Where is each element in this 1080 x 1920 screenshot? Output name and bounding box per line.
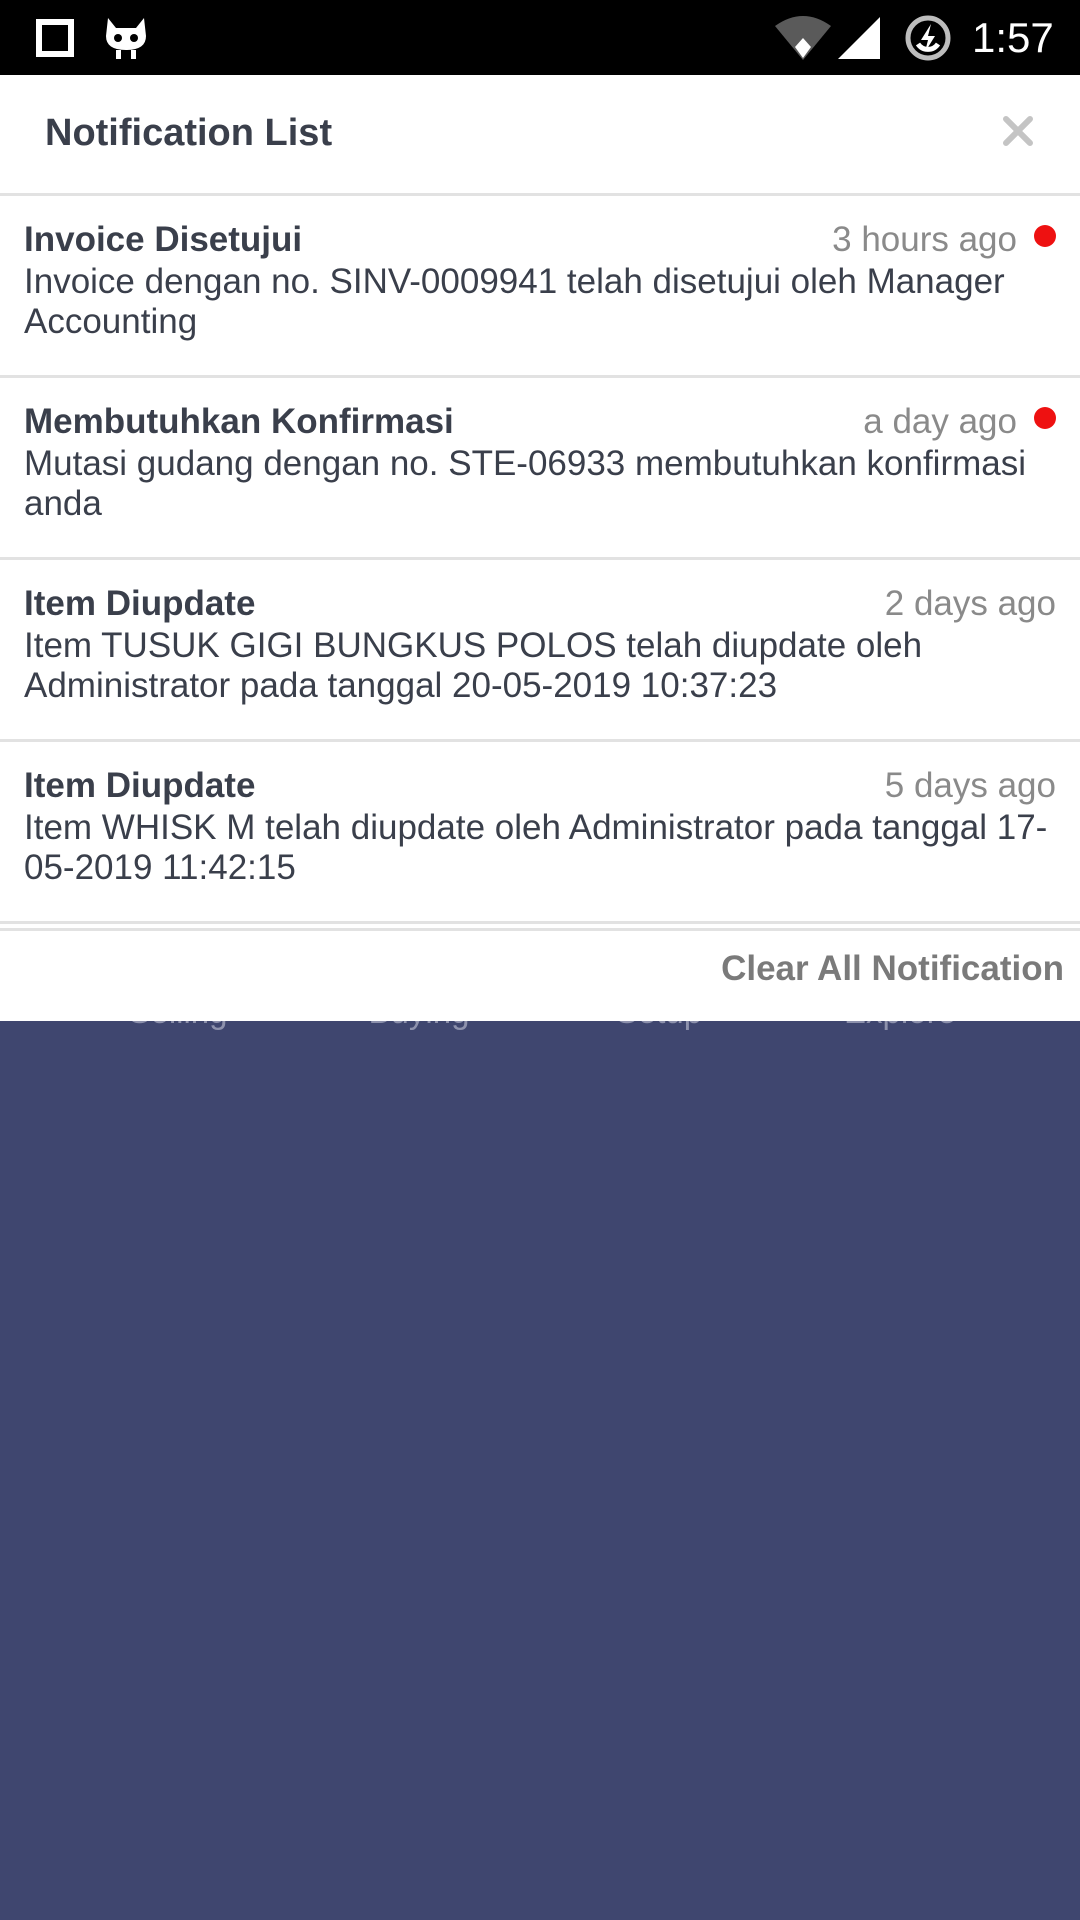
notification-panel: Notification List Invoice Disetujui 3 ho… [0, 75, 1080, 1021]
panel-header: Notification List [0, 75, 1080, 196]
page-title: Notification List [45, 112, 333, 154]
cyanogen-mascot-icon [106, 18, 146, 59]
unread-dot-icon [1034, 225, 1056, 247]
notification-time: 5 days ago [884, 766, 1056, 805]
status-bar: 1:57 [0, 0, 1080, 75]
notification-time: a day ago [863, 402, 1017, 441]
notification-list: Invoice Disetujui 3 hours ago Invoice de… [0, 196, 1080, 924]
clear-all-button[interactable]: Clear All Notification [721, 947, 1064, 991]
notification-item[interactable]: Item Diupdate 5 days ago Item WHISK M te… [0, 742, 1080, 924]
wifi-icon [775, 16, 831, 60]
cell-signal-icon [838, 17, 880, 59]
notification-body: Mutasi gudang dengan no. STE-06933 membu… [24, 444, 1026, 523]
notification-item[interactable]: Item Diupdate 2 days ago Item TUSUK GIGI… [0, 560, 1080, 742]
notification-body: Item TUSUK GIGI BUNGKUS POLOS telah diup… [24, 626, 923, 705]
notification-title: Membutuhkan Konfirmasi [24, 402, 454, 441]
notification-item[interactable]: Invoice Disetujui 3 hours ago Invoice de… [0, 196, 1080, 378]
notification-body: Item WHISK M telah diupdate oleh Adminis… [24, 808, 1048, 887]
notification-item[interactable]: Membutuhkan Konfirmasi a day ago Mutasi … [0, 378, 1080, 560]
notification-title: Item Diupdate [24, 766, 256, 805]
notification-title: Invoice Disetujui [24, 220, 303, 259]
notification-body: Invoice dengan no. SINV-0009941 telah di… [24, 262, 1005, 341]
notification-title: Item Diupdate [24, 584, 256, 623]
battery-charging-icon [905, 15, 951, 61]
square-notification-icon [36, 19, 74, 57]
panel-footer: Clear All Notification [0, 928, 1080, 1021]
unread-dot-icon [1034, 407, 1056, 429]
notification-time: 3 hours ago [832, 220, 1017, 259]
status-time: 1:57 [972, 14, 1054, 61]
notification-time: 2 days ago [884, 584, 1056, 623]
close-icon[interactable] [998, 111, 1038, 151]
